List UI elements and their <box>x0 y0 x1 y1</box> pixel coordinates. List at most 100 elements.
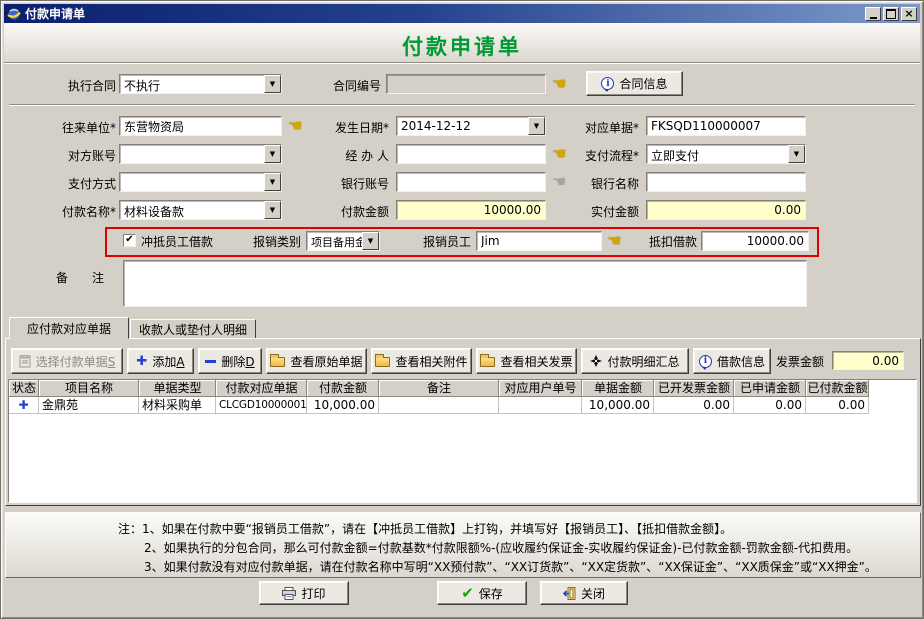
note-line: 3、如果付款没有对应付款单据，请在付款名称中写明“XX预付款”、“XX订货款”、… <box>118 558 920 577</box>
payment-detail-sum-button[interactable]: 付款明细汇总 <box>581 348 689 374</box>
col-header[interactable]: 项目名称 <box>39 380 139 397</box>
loan-info-button[interactable]: i 借款信息 <box>693 348 771 374</box>
pay-name-select[interactable]: 材料设备款 ▼ <box>119 200 282 220</box>
tab-payee-detail[interactable]: 收款人或垫付人明细 <box>130 319 256 339</box>
pay-flow-label: 支付流程* <box>554 148 639 164</box>
summary-icon <box>590 355 602 367</box>
contract-info-button[interactable]: i 合同信息 <box>586 71 683 96</box>
row-status-plus-icon[interactable]: ✚ <box>9 397 39 414</box>
cell-project: 金鼎苑 <box>39 397 139 414</box>
payment-request-window: 付款申请单 × 付款申请单 执行合同 不执行 ▼ 合同编号 ☚ i 合同信息 往… <box>0 0 924 619</box>
bank-account-label: 银行账号 <box>296 176 389 192</box>
save-button[interactable]: ✔ 保存 <box>437 581 527 605</box>
info-icon: i <box>601 77 614 90</box>
documents-grid: 状态 项目名称 单据类型 付款对应单据 付款金额 备注 对应用户单号 单据金额 … <box>8 379 917 503</box>
add-button[interactable]: ✚ 添加A <box>127 348 194 374</box>
exit-door-icon <box>563 587 576 600</box>
delete-button[interactable]: 删除D <box>198 348 262 374</box>
table-row[interactable]: ✚ 金鼎苑 材料采购单 CLCGD100000016 10,000.00 10,… <box>9 397 916 414</box>
page-title: 付款申请单 <box>4 23 920 61</box>
col-header[interactable]: 付款对应单据 <box>216 380 307 397</box>
grid-header-row: 状态 项目名称 单据类型 付款对应单据 付款金额 备注 对应用户单号 单据金额 … <box>9 380 916 397</box>
chevron-down-icon[interactable]: ▼ <box>264 145 281 163</box>
chevron-down-icon[interactable]: ▼ <box>528 117 545 135</box>
close-button[interactable]: × <box>901 7 917 21</box>
bank-name-label: 银行名称 <box>554 176 639 192</box>
other-account-label: 对方账号 <box>21 148 116 164</box>
bank-account-field[interactable] <box>396 172 546 192</box>
maximize-button[interactable] <box>883 7 899 21</box>
operator-field[interactable] <box>396 144 546 164</box>
view-original-doc-button[interactable]: 查看原始单据 <box>266 348 367 374</box>
cell-invoiced: 0.00 <box>654 397 734 414</box>
other-account-select[interactable]: ▼ <box>119 144 282 164</box>
pay-method-select[interactable]: ▼ <box>119 172 282 192</box>
cell-paid: 0.00 <box>806 397 869 414</box>
offset-category-label: 报销类别 <box>241 234 301 250</box>
date-select[interactable]: 2014-12-12 ▼ <box>396 116 546 136</box>
pay-amount-label: 付款金额 <box>296 204 389 220</box>
check-icon: ✔ <box>461 586 474 600</box>
title-bar: 付款申请单 × <box>4 4 920 23</box>
unit-field[interactable] <box>119 116 282 136</box>
exec-contract-label: 执行合同 <box>21 78 116 94</box>
cell-remark <box>379 397 499 414</box>
cell-applied: 0.00 <box>734 397 806 414</box>
pay-flow-select[interactable]: 立即支付 ▼ <box>646 144 806 164</box>
col-header[interactable]: 单据金额 <box>582 380 654 397</box>
chevron-down-icon[interactable]: ▼ <box>264 75 281 93</box>
cell-doc-amount: 10,000.00 <box>582 397 654 414</box>
offset-checkbox-label: 冲抵员工借款 <box>141 234 231 250</box>
payable-docs-panel: 选择付款单据S ✚ 添加A 删除D 查看原始单据 查看相关附件 查看相关发票 <box>5 338 921 506</box>
offset-deduct-field[interactable] <box>701 231 809 251</box>
offset-employee-field[interactable] <box>476 231 602 251</box>
header-strip: 付款申请单 <box>4 23 920 62</box>
divider <box>9 104 915 106</box>
remark-textarea[interactable] <box>123 260 807 307</box>
divider <box>4 62 920 64</box>
col-header[interactable]: 付款金额 <box>307 380 379 397</box>
info-icon: i <box>699 355 712 368</box>
col-header[interactable]: 已开发票金额 <box>654 380 734 397</box>
col-header[interactable]: 状态 <box>9 380 39 397</box>
remark-label: 备 注 <box>56 270 118 286</box>
minimize-button[interactable] <box>865 7 881 21</box>
select-payment-doc-button[interactable]: 选择付款单据S <box>11 348 123 374</box>
folder-icon <box>270 357 285 367</box>
actual-amount-field[interactable] <box>646 200 806 220</box>
close-form-button[interactable]: 关闭 <box>540 581 628 605</box>
tab-payable-docs[interactable]: 应付款对应单据 <box>9 317 129 339</box>
exec-contract-select[interactable]: 不执行 ▼ <box>119 74 282 94</box>
employee-lookup-hand-icon[interactable]: ☚ <box>607 234 621 247</box>
folder-icon <box>480 357 495 367</box>
col-header[interactable]: 备注 <box>379 380 499 397</box>
chevron-down-icon[interactable]: ▼ <box>264 201 281 219</box>
doc-no-label: 对应单据* <box>554 120 639 136</box>
notes-panel: 注：1、如果在付款中要“报销员工借款”，请在【冲抵员工借款】上打钩，并填写好【报… <box>5 512 921 578</box>
chevron-down-icon[interactable]: ▼ <box>788 145 805 163</box>
chevron-down-icon[interactable]: ▼ <box>362 232 379 250</box>
operator-label: 经 办 人 <box>296 148 389 164</box>
col-header[interactable]: 已申请金额 <box>734 380 806 397</box>
col-header[interactable]: 单据类型 <box>139 380 216 397</box>
col-header[interactable]: 对应用户单号 <box>499 380 582 397</box>
doc-no-field[interactable] <box>646 116 806 136</box>
offset-category-select[interactable]: 项目备用金 ▼ <box>306 231 380 251</box>
view-invoice-button[interactable]: 查看相关发票 <box>476 348 577 374</box>
col-header[interactable]: 已付款金额 <box>806 380 869 397</box>
contract-no-label: 合同编号 <box>306 78 381 94</box>
print-button[interactable]: 打印 <box>259 581 349 605</box>
chevron-down-icon[interactable]: ▼ <box>264 173 281 191</box>
date-label: 发生日期* <box>296 120 389 136</box>
view-attachment-button[interactable]: 查看相关附件 <box>371 348 472 374</box>
note-prefix: 注： <box>118 522 142 536</box>
bank-name-field[interactable] <box>646 172 806 192</box>
pay-amount-field[interactable] <box>396 200 546 220</box>
unit-label: 往来单位* <box>21 120 116 136</box>
invoice-amount-label: 发票金额 <box>776 354 828 370</box>
invoice-amount-field[interactable] <box>832 351 904 370</box>
offset-checkbox[interactable]: ✔ <box>123 234 136 247</box>
contract-lookup-hand-icon[interactable]: ☚ <box>552 77 566 90</box>
cell-doc-type: 材料采购单 <box>139 397 216 414</box>
cell-user-no <box>499 397 582 414</box>
